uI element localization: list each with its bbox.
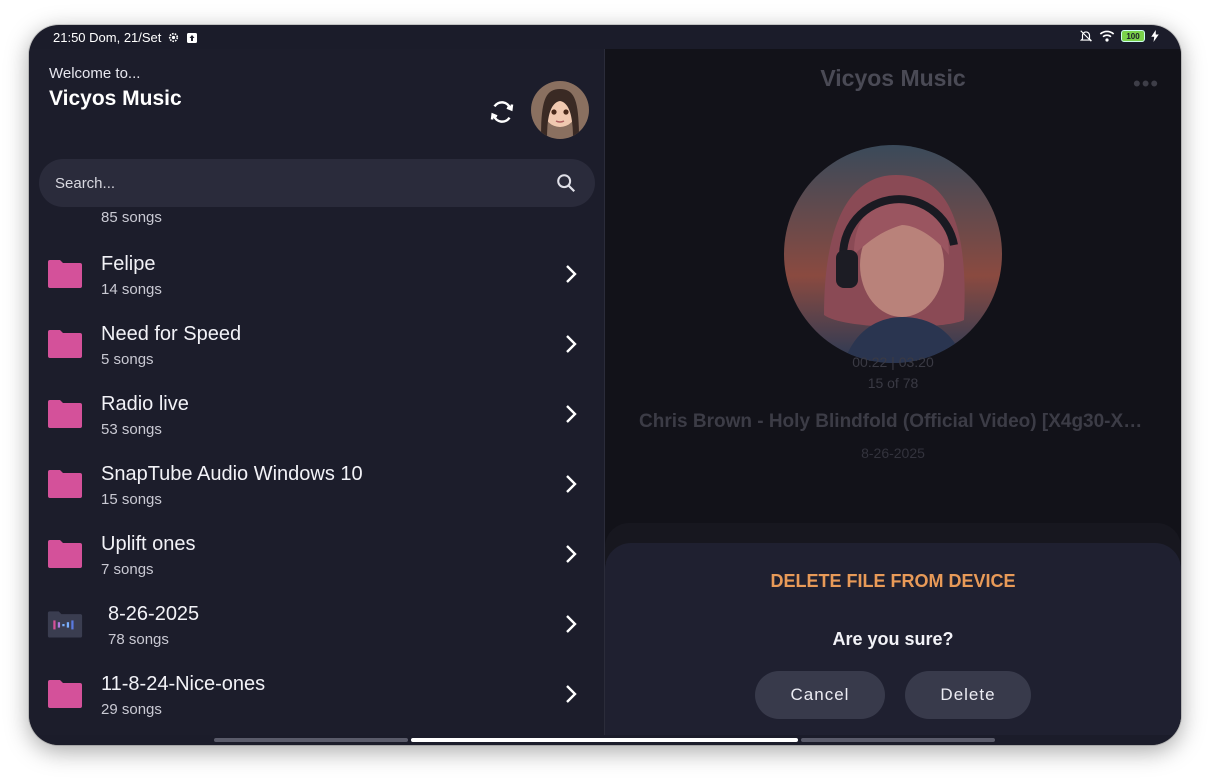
folder-name: Need for Speed bbox=[101, 323, 242, 345]
folder-icon bbox=[48, 470, 82, 498]
list-item[interactable]: SnapTube Audio Windows 10 15 songs bbox=[29, 449, 605, 519]
welcome-text: Welcome to... bbox=[49, 65, 141, 82]
partial-row-count: 85 songs bbox=[101, 209, 162, 226]
track-position: 15 of 78 bbox=[867, 375, 919, 391]
folder-song-count: 5 songs bbox=[101, 351, 154, 368]
bell-off-icon bbox=[1079, 30, 1093, 42]
folder-song-count: 53 songs bbox=[101, 421, 162, 438]
folder-icon bbox=[48, 540, 82, 568]
app-title: Vicyos Music bbox=[49, 87, 182, 110]
folder-song-count: 15 songs bbox=[101, 491, 162, 508]
player-title: Vicyos Music bbox=[820, 65, 966, 91]
song-folder: 8-26-2025 bbox=[861, 445, 925, 461]
wifi-icon bbox=[1099, 30, 1115, 42]
delete-button[interactable]: Delete bbox=[905, 671, 1031, 719]
album-cover bbox=[784, 145, 1002, 363]
folder-name: 8-26-2025 bbox=[108, 603, 200, 625]
folder-song-count: 14 songs bbox=[101, 281, 162, 298]
gesture-handle[interactable] bbox=[411, 738, 798, 742]
folder-list: 85 songs Felipe 14 songs Need for Speed … bbox=[29, 207, 605, 735]
list-item[interactable]: Radio live 53 songs bbox=[29, 379, 605, 449]
charging-icon bbox=[1151, 30, 1159, 42]
status-right: 100 bbox=[1079, 29, 1159, 43]
player-pane: Vicyos Music ••• 00:22 | 03:20 15 of 78 … bbox=[605, 49, 1181, 735]
chevron-right-icon bbox=[566, 405, 577, 423]
battery-indicator: 100 bbox=[1121, 30, 1145, 42]
folder-icon bbox=[48, 400, 82, 428]
folder-icon bbox=[48, 680, 82, 708]
list-item[interactable]: 11-8-24-Nice-ones 29 songs bbox=[29, 659, 605, 729]
cancel-button[interactable]: Cancel bbox=[755, 671, 885, 719]
device-screen: 21:50 Dom, 21/Set 100 Welcome to... Vicy… bbox=[29, 25, 1181, 745]
status-time-date: 21:50 Dom, 21/Set bbox=[53, 30, 162, 45]
list-item[interactable]: 8-26-2025 78 songs bbox=[29, 589, 605, 659]
folder-name: Felipe bbox=[101, 253, 156, 275]
dialog-title: DELETE FILE FROM DEVICE bbox=[770, 571, 1016, 591]
folder-song-count: 7 songs bbox=[101, 561, 154, 578]
folder-name: SnapTube Audio Windows 10 bbox=[101, 463, 363, 485]
elapsed-total: 00:22 | 03:20 bbox=[852, 354, 934, 370]
more-icon[interactable]: ••• bbox=[1133, 71, 1159, 97]
list-item[interactable]: Felipe 14 songs bbox=[29, 239, 605, 309]
folder-icon bbox=[48, 330, 82, 358]
dialog-message: Are you sure? bbox=[832, 629, 954, 649]
chevron-right-icon bbox=[566, 265, 577, 283]
folder-song-count: 29 songs bbox=[101, 701, 162, 718]
avatar[interactable] bbox=[531, 81, 589, 139]
search-bar bbox=[39, 159, 595, 207]
navigation-bar bbox=[29, 735, 1181, 745]
nav-segment-left bbox=[214, 738, 408, 742]
song-title: Chris Brown - Holy Blindfold (Official V… bbox=[639, 411, 1149, 432]
search-input[interactable] bbox=[55, 159, 535, 207]
list-item[interactable]: Need for Speed 5 songs bbox=[29, 309, 605, 379]
status-left: 21:50 Dom, 21/Set bbox=[53, 30, 198, 45]
chevron-right-icon bbox=[566, 615, 577, 633]
folder-icon bbox=[48, 260, 82, 288]
audio-folder-icon bbox=[47, 611, 83, 638]
folder-pane: Welcome to... Vicyos Music Search... 85 … bbox=[29, 49, 605, 735]
search-icon[interactable] bbox=[555, 172, 577, 194]
nav-segment-right bbox=[801, 738, 995, 742]
chevron-right-icon bbox=[566, 335, 577, 353]
chevron-right-icon bbox=[566, 545, 577, 563]
upload-icon bbox=[187, 32, 198, 43]
refresh-icon[interactable] bbox=[487, 97, 517, 127]
chevron-right-icon bbox=[566, 685, 577, 703]
folder-song-count: 78 songs bbox=[108, 631, 169, 648]
status-bar: 21:50 Dom, 21/Set 100 bbox=[29, 25, 1181, 49]
folder-name: Uplift ones bbox=[101, 533, 196, 555]
delete-dialog: DELETE FILE FROM DEVICE Are you sure? Ca… bbox=[605, 543, 1181, 735]
folder-name: Radio live bbox=[101, 393, 189, 415]
settings-icon bbox=[169, 32, 179, 43]
chevron-right-icon bbox=[566, 475, 577, 493]
folder-name: 11-8-24-Nice-ones bbox=[101, 673, 266, 695]
list-item[interactable]: Uplift ones 7 songs bbox=[29, 519, 605, 589]
